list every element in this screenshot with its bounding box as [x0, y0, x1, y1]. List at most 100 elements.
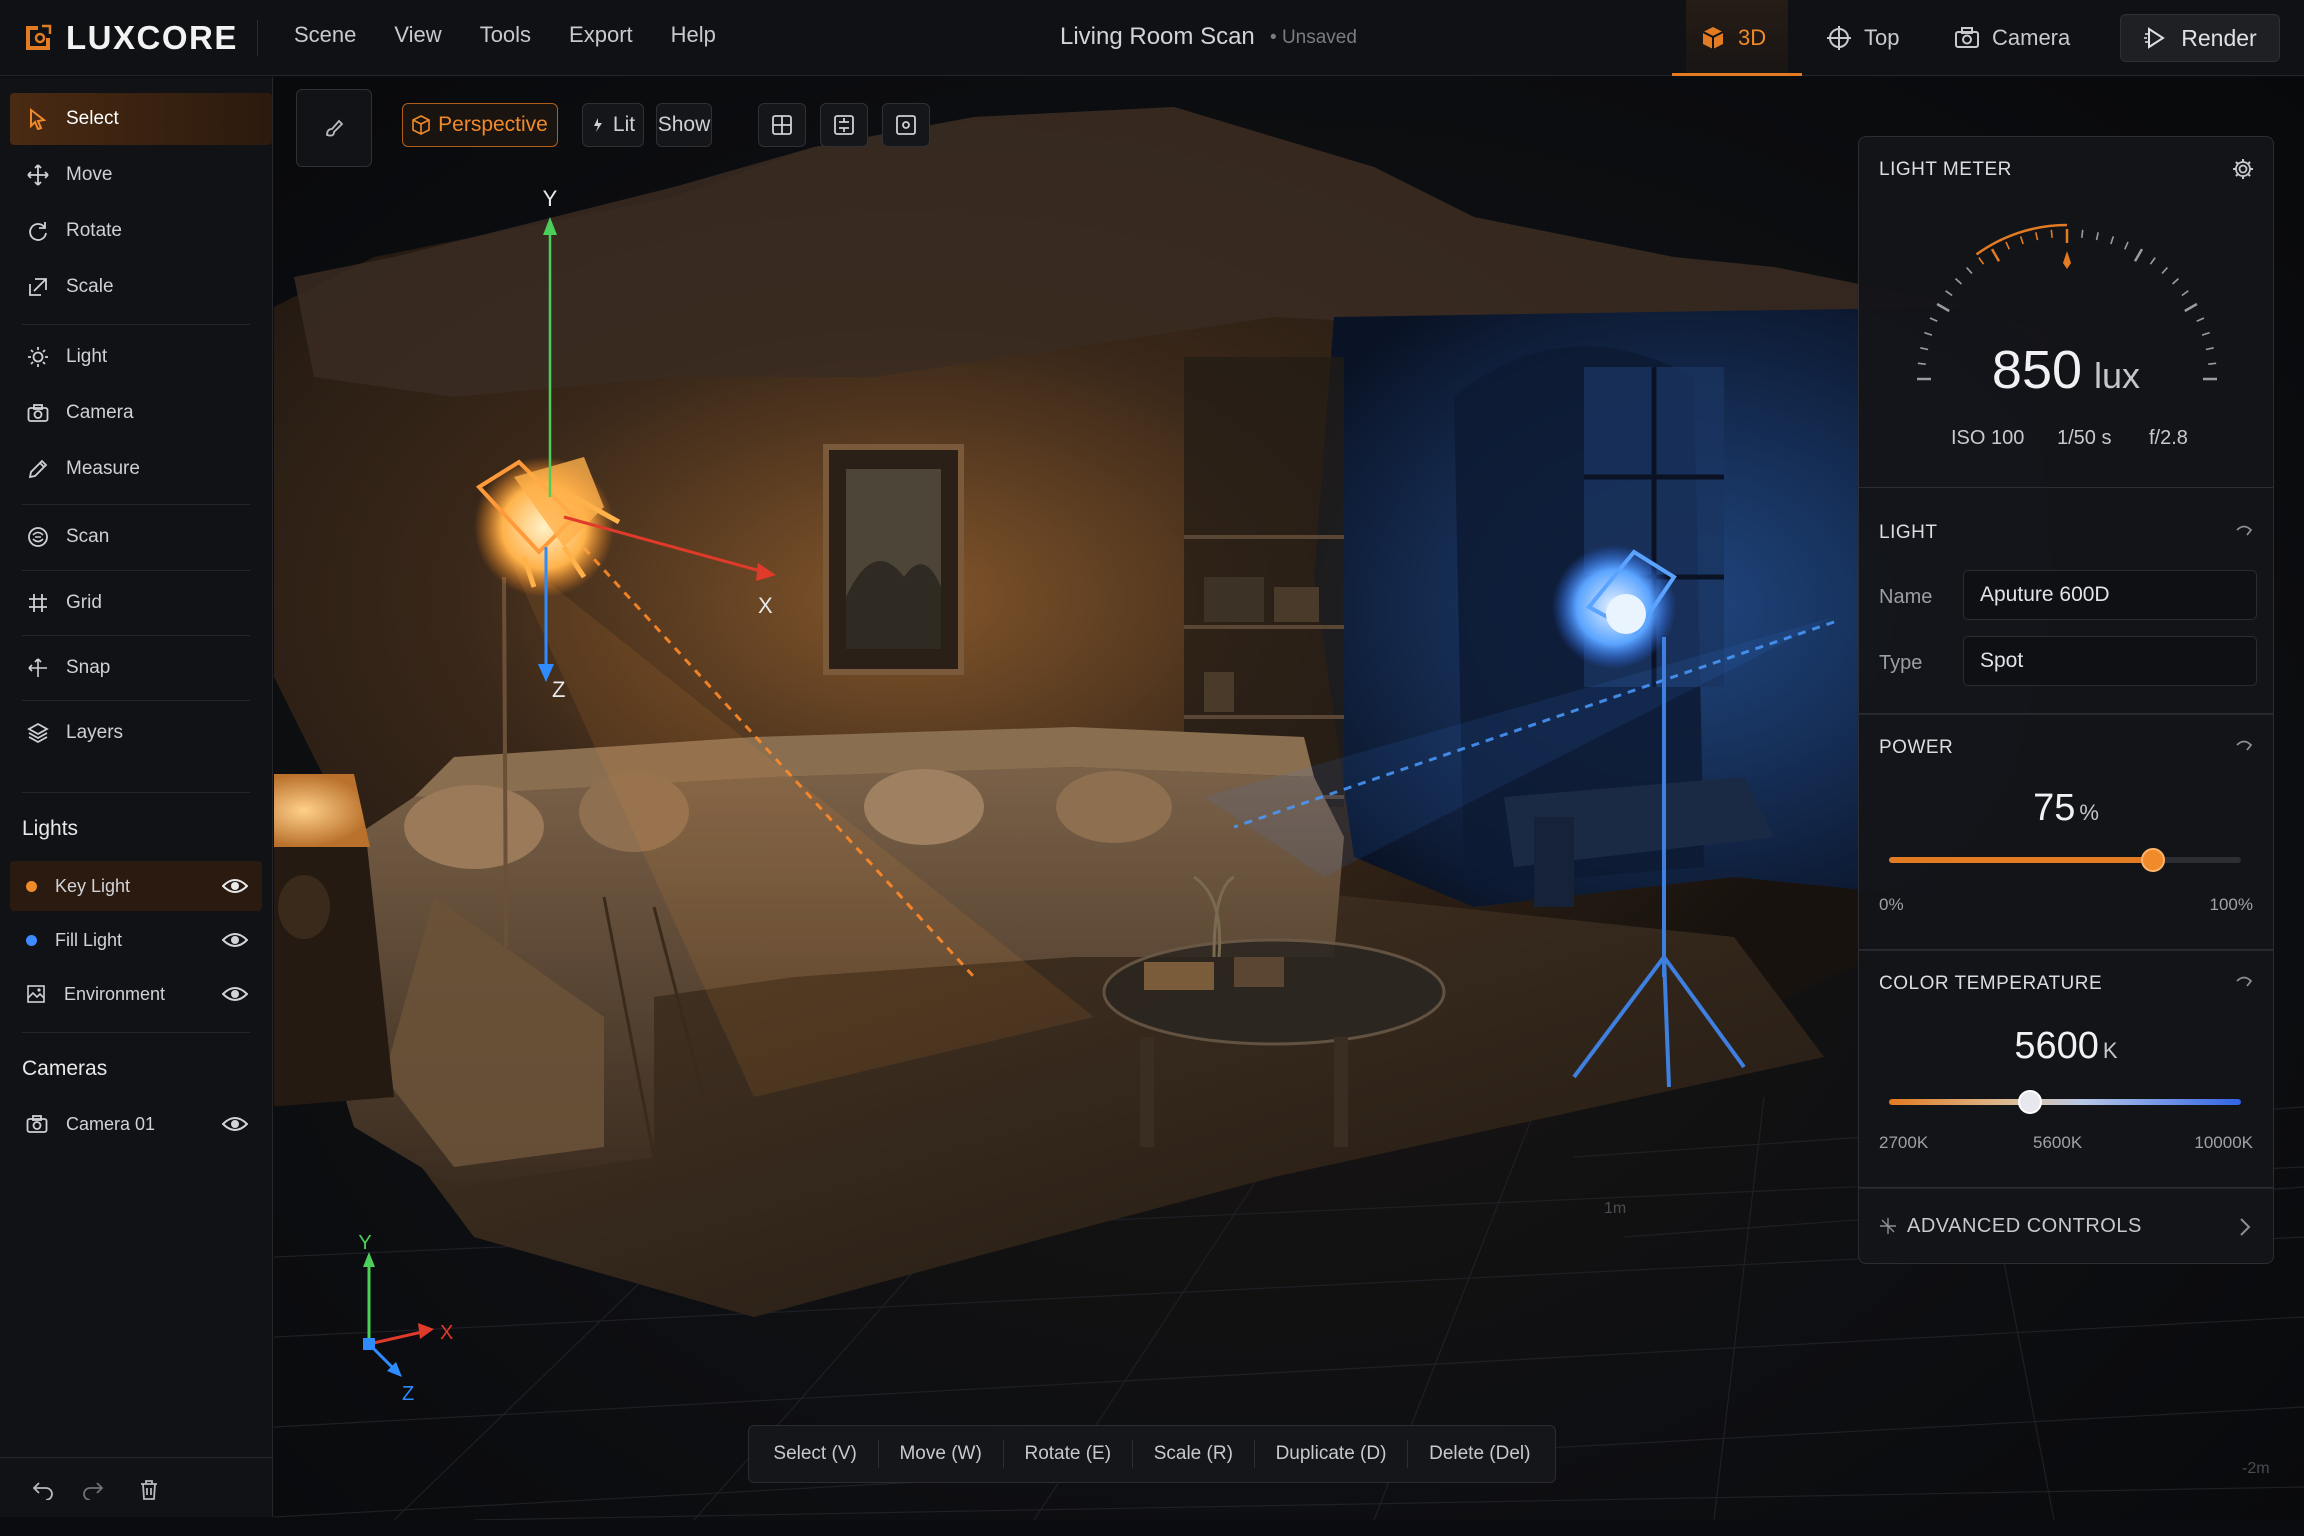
top-bar: LUXCORE Scene View Tools Export Help Liv… [0, 0, 2304, 76]
tool-rotate[interactable]: Rotate [10, 205, 272, 257]
main-menu: Scene View Tools Export Help [294, 22, 716, 48]
topbar-divider [257, 20, 258, 56]
left-sidebar: Select Move Rotate Scale Light Camera Me… [0, 77, 273, 1517]
tool-snap[interactable]: Snap [10, 642, 272, 694]
camera-icon [1955, 27, 1979, 48]
eye-icon[interactable] [222, 876, 248, 896]
app-logo[interactable]: LUXCORE [22, 18, 238, 58]
sidebar-divider [22, 570, 250, 571]
tool-grid[interactable]: Grid [10, 577, 272, 629]
trash-icon[interactable] [134, 1475, 164, 1505]
tool-select[interactable]: Select [10, 93, 272, 145]
power-section-title: POWER [1879, 737, 1954, 758]
color-temp-slider[interactable] [1889, 1090, 2241, 1114]
tool-layers[interactable]: Layers [10, 707, 272, 759]
lit-toggle[interactable]: Lit [582, 103, 644, 147]
undo-icon[interactable] [28, 1475, 58, 1505]
light-name-input[interactable]: Aputure 600D [1963, 570, 2257, 620]
layout-quad-button[interactable] [758, 103, 806, 147]
shortcut-duplicate[interactable]: Duplicate (D) [1276, 1443, 1387, 1465]
shortcut-select[interactable]: Select (V) [773, 1443, 856, 1465]
light-type-select[interactable]: Spot [1963, 636, 2257, 686]
light-meter-panel: LIGHT METER 850 lux ISO 100 1/50 s f/2.8 [1858, 136, 2274, 488]
meter-tick [1966, 266, 1973, 275]
power-slider-fill [1889, 857, 2153, 863]
meter-tick [2149, 257, 2156, 265]
color-temp-section-title: COLOR TEMPERATURE [1879, 973, 2103, 994]
light-item-fill[interactable]: Fill Light [10, 915, 262, 965]
tool-light[interactable]: Light [10, 331, 272, 383]
shortcut-delete[interactable]: Delete (Del) [1429, 1443, 1530, 1465]
light-item-environment[interactable]: Environment [10, 969, 262, 1019]
reset-icon[interactable] [2235, 524, 2253, 540]
meter-tick [2184, 302, 2198, 313]
tool-camera[interactable]: Camera [10, 387, 272, 439]
perspective-toggle[interactable]: Perspective [402, 103, 558, 147]
type-field-label: Type [1879, 652, 1923, 674]
orientation-gizmo[interactable]: Y X Z [358, 1232, 453, 1405]
redo-icon[interactable] [78, 1475, 108, 1505]
meter-needle [2063, 251, 2071, 269]
scale-mark-1m: 1m [1604, 1200, 1626, 1217]
meter-tick [2110, 236, 2115, 245]
eye-icon[interactable] [222, 984, 248, 1004]
menu-export[interactable]: Export [569, 22, 633, 48]
show-menu[interactable]: Show [656, 103, 712, 147]
light-item-key[interactable]: Key Light [10, 861, 262, 911]
tool-layers-label: Layers [66, 722, 124, 743]
tool-scale[interactable]: Scale [10, 261, 272, 313]
light-item-label: Key Light [55, 875, 131, 896]
power-slider[interactable] [1889, 848, 2241, 872]
gear-icon[interactable] [2231, 157, 2255, 181]
tool-scan[interactable]: Scan [10, 511, 272, 563]
eye-icon[interactable] [222, 930, 248, 950]
meter-tick [2081, 229, 2084, 238]
shortcut-scale[interactable]: Scale (R) [1154, 1443, 1233, 1465]
meter-tick [1936, 302, 1950, 313]
tool-rotate-label: Rotate [66, 220, 122, 241]
tool-scan-label: Scan [66, 526, 110, 547]
color-temp-max-label: 10000K [2194, 1133, 2253, 1152]
document-title: Living Room Scan [1060, 23, 1255, 50]
scan-icon [26, 525, 50, 549]
gizmo-y-label: Y [358, 1232, 371, 1254]
render-button[interactable]: Render [2120, 14, 2280, 62]
color-temp-slider-thumb[interactable] [2017, 1090, 2042, 1114]
tool-measure-label: Measure [66, 458, 140, 479]
grid-icon [26, 591, 50, 615]
tab-top[interactable]: Top [1826, 0, 1899, 76]
reset-icon[interactable] [2235, 975, 2253, 991]
brush-icon [326, 119, 344, 137]
eye-icon[interactable] [222, 1114, 248, 1134]
power-value: 75 [2033, 787, 2076, 829]
meter-tick [2050, 229, 2053, 238]
viewport-brush-button[interactable] [296, 89, 372, 167]
shutter-value: 1/50 s [2057, 427, 2112, 449]
menu-tools[interactable]: Tools [480, 22, 531, 48]
shortcut-move[interactable]: Move (W) [899, 1443, 981, 1465]
tab-3d[interactable]: 3D [1672, 0, 1802, 76]
tab-camera[interactable]: Camera [1954, 0, 2070, 76]
power-slider-thumb[interactable] [2141, 848, 2165, 872]
tab-camera-label: Camera [1992, 25, 2071, 50]
meter-tick [2161, 266, 2168, 275]
tool-measure[interactable]: Measure [10, 443, 272, 495]
tab-top-label: Top [1864, 25, 1900, 50]
frame-selection-icon [896, 115, 916, 135]
gizmo-z-label: Z [402, 1383, 414, 1405]
fit-view-button[interactable] [820, 103, 868, 147]
menu-scene[interactable]: Scene [294, 22, 356, 48]
advanced-controls-row[interactable]: ADVANCED CONTROLS [1858, 1188, 2274, 1264]
menu-view[interactable]: View [394, 22, 441, 48]
snap-icon [26, 656, 50, 680]
frame-selection-button[interactable] [882, 103, 930, 147]
tool-move[interactable]: Move [10, 149, 272, 201]
reset-icon[interactable] [2235, 739, 2253, 755]
iso-value: ISO 100 [1951, 427, 2025, 449]
power-min-label: 0% [1879, 895, 1904, 914]
fit-view-icon [834, 115, 854, 135]
shortcut-rotate[interactable]: Rotate (E) [1024, 1443, 1111, 1465]
camera-item-01[interactable]: Camera 01 [10, 1099, 262, 1149]
app-name: LUXCORE [66, 19, 238, 56]
menu-help[interactable]: Help [671, 22, 716, 48]
